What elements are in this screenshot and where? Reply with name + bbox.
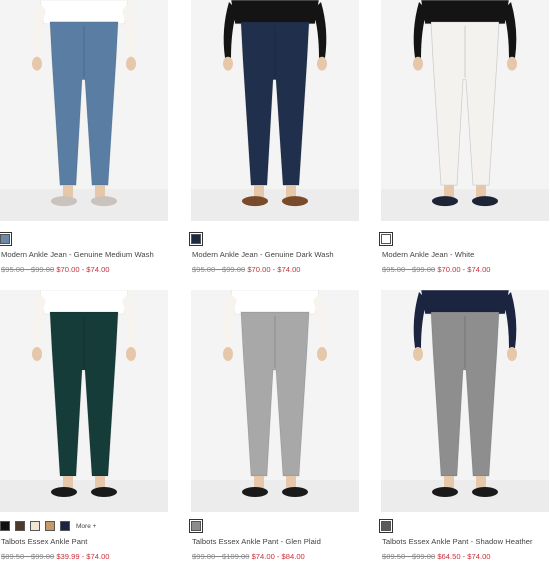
product-name[interactable]: Modern Ankle Jean - Genuine Medium Wash xyxy=(1,250,154,259)
more-colors-link[interactable]: More + xyxy=(76,523,96,530)
model-photo xyxy=(0,0,168,221)
model-photo xyxy=(191,0,359,221)
sale-price: $39.99 - $74.00 xyxy=(56,552,110,561)
color-swatch[interactable] xyxy=(30,521,40,531)
original-price: $95.00 - $99.00 xyxy=(382,265,436,274)
product-image[interactable] xyxy=(191,290,359,512)
color-swatch[interactable] xyxy=(379,232,393,246)
color-swatch[interactable] xyxy=(60,521,70,531)
product-price: $99.00 - $109.00 $74.00 - $84.00 xyxy=(192,552,305,561)
color-swatch[interactable] xyxy=(0,521,10,531)
sale-price: $70.00 - $74.00 xyxy=(247,265,301,274)
model-photo xyxy=(0,290,168,512)
sale-price: $64.50 - $74.00 xyxy=(437,552,491,561)
sale-price: $70.00 - $74.00 xyxy=(437,265,491,274)
product-image[interactable] xyxy=(191,0,359,221)
model-photo xyxy=(191,290,359,512)
original-price: $89.50 - $99.00 xyxy=(1,552,55,561)
sale-price: $70.00 - $74.00 xyxy=(56,265,110,274)
product-name[interactable]: Modern Ankle Jean - White xyxy=(382,250,474,259)
color-swatch[interactable] xyxy=(15,521,25,531)
product-image[interactable] xyxy=(0,290,168,512)
product-image[interactable] xyxy=(0,0,168,221)
product-price: $89.50 - $99.00 $39.99 - $74.00 xyxy=(1,552,110,561)
color-swatch[interactable] xyxy=(189,519,203,533)
original-price: $95.00 - $99.00 xyxy=(192,265,246,274)
color-swatch[interactable] xyxy=(45,521,55,531)
color-swatches xyxy=(379,232,393,246)
original-price: $89.50 - $99.00 xyxy=(382,552,436,561)
model-photo xyxy=(381,290,549,512)
product-image[interactable] xyxy=(381,290,549,512)
color-swatches xyxy=(189,232,203,246)
product-image[interactable] xyxy=(381,0,549,221)
color-swatch[interactable] xyxy=(189,232,203,246)
product-price: $95.00 - $99.00 $70.00 - $74.00 xyxy=(192,265,301,274)
color-swatch[interactable] xyxy=(379,519,393,533)
product-price: $95.00 - $99.00 $70.00 - $74.00 xyxy=(1,265,110,274)
product-name[interactable]: Talbots Essex Ankle Pant - Glen Plaid xyxy=(192,537,321,546)
product-name[interactable]: Talbots Essex Ankle Pant xyxy=(1,537,87,546)
product-price: $89.50 - $99.00 $64.50 - $74.00 xyxy=(382,552,491,561)
product-price: $95.00 - $99.00 $70.00 - $74.00 xyxy=(382,265,491,274)
color-swatches xyxy=(0,232,12,246)
product-name[interactable]: Talbots Essex Ankle Pant - Shadow Heathe… xyxy=(382,537,533,546)
original-price: $95.00 - $99.00 xyxy=(1,265,55,274)
color-swatches xyxy=(189,519,203,533)
color-swatch[interactable] xyxy=(0,232,12,246)
color-swatches: More + xyxy=(0,521,96,531)
original-price: $99.00 - $109.00 xyxy=(192,552,250,561)
product-name[interactable]: Modern Ankle Jean - Genuine Dark Wash xyxy=(192,250,334,259)
model-photo xyxy=(381,0,549,221)
product-grid: Modern Ankle Jean - Genuine Medium Wash … xyxy=(0,0,550,566)
sale-price: $74.00 - $84.00 xyxy=(251,552,305,561)
color-swatches xyxy=(379,519,393,533)
